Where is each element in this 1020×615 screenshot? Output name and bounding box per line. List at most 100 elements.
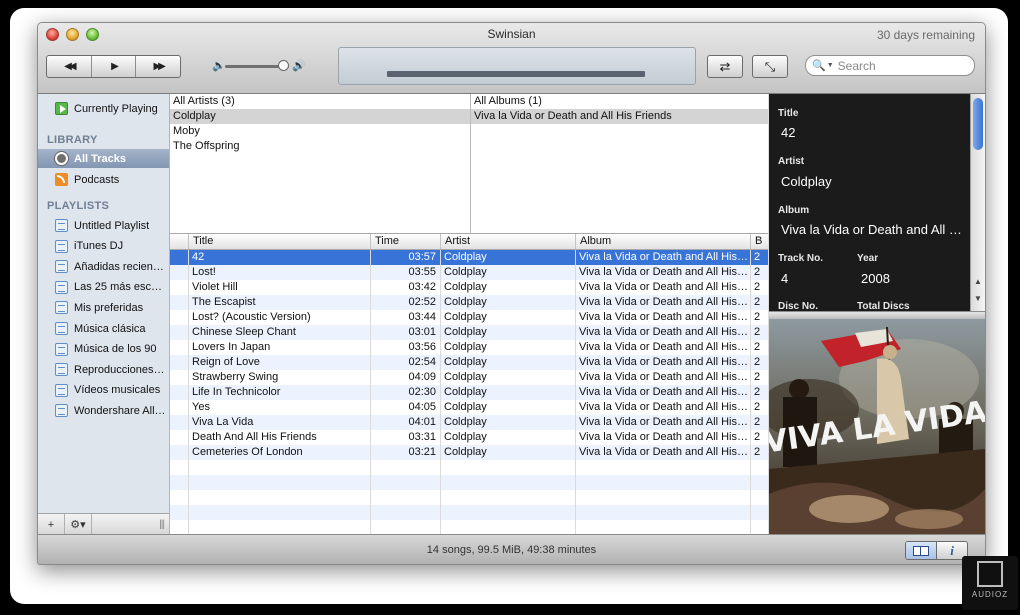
sidebar-item-playlist[interactable]: Wondershare AllMyTube [38, 401, 169, 420]
track-row[interactable]: Viva La Vida 04:01 Coldplay Viva la Vida or… [170, 415, 768, 430]
scroll-down-icon[interactable]: ▼ [974, 294, 982, 303]
cell-album: Viva la Vida or Death and All His Friend… [579, 386, 750, 398]
shuffle-button[interactable]: ⇄ [707, 55, 743, 78]
watermark-text: AUDIOZ [971, 590, 1009, 599]
column-header-title[interactable]: Title [188, 234, 370, 249]
next-button[interactable]: ▶▶ [136, 56, 180, 77]
sidebar-item-playlist[interactable]: Añadidas recientemente [38, 257, 169, 276]
album-browser-item[interactable]: Viva la Vida or Death and All His Friend… [471, 109, 768, 124]
info-scrollbar[interactable]: ▲ ▼ [970, 94, 985, 311]
empty-row [170, 505, 768, 520]
artist-browser-item[interactable]: All Artists (3) [170, 94, 470, 109]
scroll-up-icon[interactable]: ▲ [974, 277, 982, 286]
artist-browser-item[interactable]: Coldplay [170, 109, 470, 124]
sidebar-item-playlist[interactable]: Vídeos musicales [38, 381, 169, 400]
cell-artist: Coldplay [444, 356, 487, 368]
track-row[interactable]: Death And All His Friends 03:31 Coldplay Vi… [170, 430, 768, 445]
search-field[interactable]: 🔍 ▼ [805, 55, 975, 76]
track-row[interactable]: 42 03:57 Coldplay Viva la Vida or Death and… [170, 250, 768, 265]
cell-album: Viva la Vida or Death and All His Friend… [579, 416, 750, 428]
column-header-time[interactable]: Time [370, 234, 440, 249]
cell-album: Viva la Vida or Death and All His Friend… [579, 341, 750, 353]
action-menu-button[interactable]: ⚙▾ [65, 514, 92, 535]
column-divider [575, 250, 576, 534]
playlist-icon [55, 260, 68, 274]
search-input[interactable] [837, 58, 958, 73]
track-row[interactable]: Life In Technicolor 02:30 Coldplay Viva la … [170, 385, 768, 400]
cell-bitrate: 2 [754, 311, 761, 323]
cell-title: Chinese Sleep Chant [192, 326, 296, 338]
audioz-watermark: AUDIOZ [962, 556, 1018, 610]
sidebar-item-all-tracks[interactable]: All Tracks [38, 149, 169, 168]
cell-title: Life In Technicolor [192, 386, 281, 398]
sidebar-item-playlist[interactable]: Reproducciones recientes [38, 360, 169, 379]
column-header-bitrate[interactable]: B [750, 234, 768, 249]
volume-low-icon: 🔈 [212, 60, 226, 72]
cell-bitrate: 2 [754, 401, 761, 413]
album-artwork[interactable]: VIVA LA VIDA [759, 319, 985, 534]
info-artist-value[interactable]: Coldplay [781, 174, 832, 189]
track-row[interactable]: Yes 04:05 Coldplay Viva la Vida or Death an… [170, 400, 768, 415]
now-playing-display [338, 47, 696, 85]
panel-splitter[interactable] [769, 311, 985, 319]
resize-grip-icon[interactable]: ||| [159, 519, 165, 530]
mini-player-button[interactable]: ⤡ [752, 55, 788, 78]
track-list: Title Time Artist Album B 42 03:57 Coldpla… [170, 234, 768, 534]
sidebar: Currently Playing LIBRARY All Tracks Pod… [38, 94, 170, 535]
artist-browser-item[interactable]: The Offspring [170, 139, 470, 154]
track-row[interactable]: Lost? (Acoustic Version) 03:44 Coldplay Viv… [170, 310, 768, 325]
scrollbar-thumb[interactable] [973, 98, 983, 150]
sidebar-item-label: Vídeos musicales [74, 384, 161, 397]
cell-title: 42 [192, 251, 205, 263]
info-album-label: Album [778, 205, 810, 216]
volume-slider-knob[interactable] [278, 60, 289, 71]
track-row[interactable]: Strawberry Swing 04:09 Coldplay Viva la Vid… [170, 370, 768, 385]
track-row[interactable]: Cemeteries Of London 03:21 Coldplay Viva la… [170, 445, 768, 460]
cell-album: Viva la Vida or Death and All His Friend… [579, 401, 750, 413]
track-row[interactable]: The Escapist 02:52 Coldplay Viva la Vida or… [170, 295, 768, 310]
playlist-icon [55, 383, 68, 397]
track-row[interactable]: Reign of Love 02:54 Coldplay Viva la Vida o… [170, 355, 768, 370]
add-playlist-button[interactable]: + [38, 514, 65, 535]
play-icon: ▶ [111, 61, 119, 72]
sidebar-item-playlist[interactable]: iTunes DJ [38, 237, 169, 256]
artist-browser-item[interactable]: Moby [170, 124, 470, 139]
cell-bitrate: 2 [754, 386, 761, 398]
info-year-label: Year [857, 253, 879, 264]
cell-artist: Coldplay [444, 296, 487, 308]
sidebar-item-playlist[interactable]: Música clásica [38, 319, 169, 338]
track-row[interactable]: Chinese Sleep Chant 03:01 Coldplay Viva la … [170, 325, 768, 340]
sidebar-item-playlist[interactable]: Las 25 más escuchadas [38, 278, 169, 297]
info-disc-label: Disc No. [778, 301, 819, 311]
play-button[interactable]: ▶ [92, 56, 137, 77]
cell-title: Strawberry Swing [192, 371, 279, 383]
cell-artist: Coldplay [444, 281, 487, 293]
cell-bitrate: 2 [754, 341, 761, 353]
tracks-icon [55, 152, 68, 165]
column-header-album[interactable]: Album [575, 234, 750, 249]
sidebar-item-playlist[interactable]: Untitled Playlist [38, 216, 169, 235]
track-row[interactable]: Lost! 03:55 Coldplay Viva la Vida or Death … [170, 265, 768, 280]
info-year-value[interactable]: 2008 [861, 271, 890, 286]
info-album-value[interactable]: Viva la Vida or Death and All His Friend… [781, 222, 967, 237]
sidebar-item-podcasts[interactable]: Podcasts [38, 170, 169, 189]
info-track-value[interactable]: 4 [781, 271, 788, 286]
cell-title: Death And All His Friends [192, 431, 317, 443]
track-row[interactable]: Violet Hill 03:42 Coldplay Viva la Vida or … [170, 280, 768, 295]
sidebar-item-playlist[interactable]: Mis preferidas [38, 298, 169, 317]
sidebar-item-currently-playing[interactable]: Currently Playing [38, 99, 169, 118]
view-toggle: i [905, 541, 968, 560]
cell-time: 04:09 [408, 371, 436, 383]
playback-progress-bar[interactable] [387, 71, 645, 77]
cell-time: 02:52 [408, 296, 436, 308]
track-row[interactable]: Lovers In Japan 03:56 Coldplay Viva la Vida… [170, 340, 768, 355]
toolbar: Swinsian 30 days remaining ◀◀ ▶ ▶▶ 🔈 🔊 ⇄… [38, 23, 985, 94]
sidebar-item-playlist[interactable]: Música de los 90 [38, 340, 169, 359]
previous-button[interactable]: ◀◀ [47, 56, 92, 77]
info-title-value[interactable]: 42 [781, 125, 795, 140]
browser-view-button[interactable] [906, 542, 937, 559]
album-browser-item[interactable]: All Albums (1) [471, 94, 768, 109]
column-header-artist[interactable]: Artist [440, 234, 575, 249]
cell-bitrate: 2 [754, 416, 761, 428]
fast-forward-icon: ▶▶ [153, 61, 166, 72]
